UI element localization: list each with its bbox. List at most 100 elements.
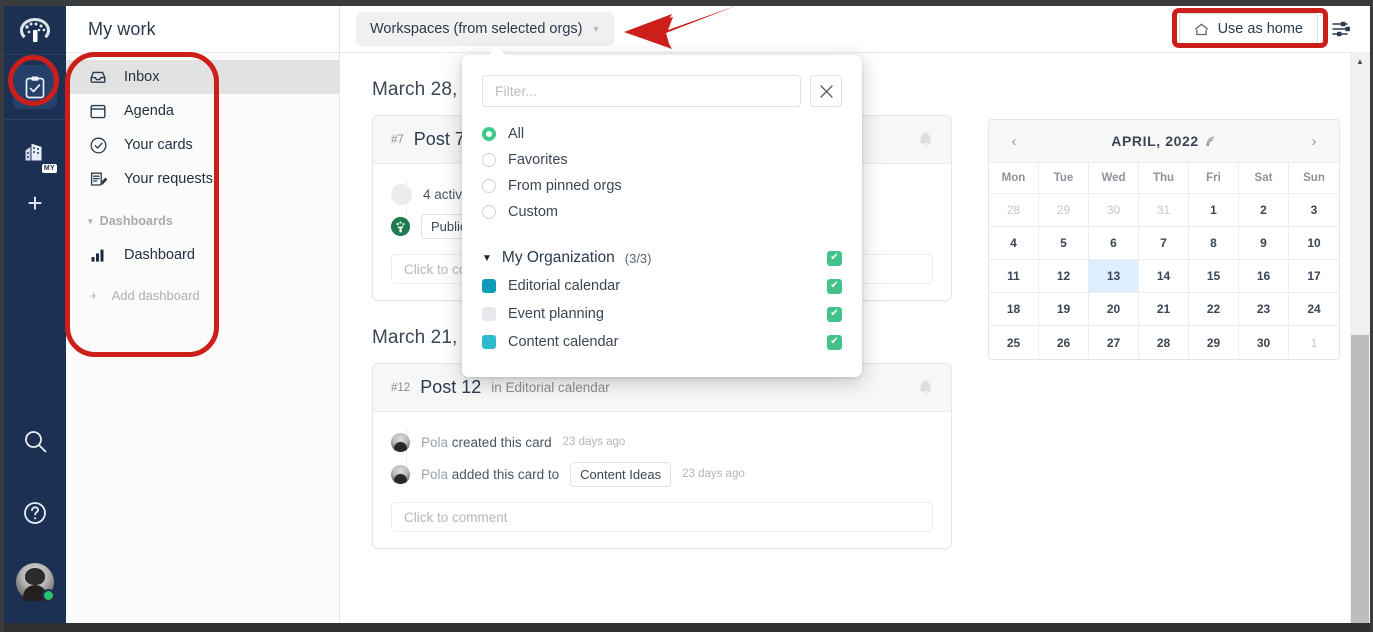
workspace-checkbox[interactable]: ✔ <box>827 278 842 294</box>
calendar-day[interactable]: 6 <box>1089 227 1139 260</box>
calendar-day[interactable]: 22 <box>1189 293 1239 326</box>
use-as-home-button[interactable]: Use as home <box>1178 13 1318 45</box>
calendar-day[interactable]: 20 <box>1089 293 1139 326</box>
org-checkbox[interactable]: ✔ <box>827 250 842 266</box>
sliders-icon[interactable] <box>1332 20 1352 38</box>
chevron-right-icon[interactable]: › <box>1305 133 1323 150</box>
rail-item-organization[interactable]: MY <box>13 130 57 174</box>
sidebar-item-label: Your cards <box>124 137 193 153</box>
calendar-header: ‹ APRIL, 2022 › <box>989 120 1339 163</box>
calendar-day[interactable]: 17 <box>1289 260 1339 293</box>
workspace-item[interactable]: Event planning ✔ <box>482 301 842 327</box>
rail-bottom-group <box>13 419 57 623</box>
calendar-day[interactable]: 8 <box>1189 227 1239 260</box>
avatar <box>391 216 410 236</box>
bell-icon[interactable] <box>918 131 933 148</box>
search-icon[interactable] <box>13 419 57 463</box>
calendar-day[interactable]: 29 <box>1189 326 1239 359</box>
workspace-item[interactable]: Content calendar ✔ <box>482 329 842 355</box>
radio-button[interactable] <box>482 127 496 141</box>
card-workspace-label: in Editorial calendar <box>491 380 610 395</box>
sidebar-item-dashboard[interactable]: Dashboard <box>66 238 339 272</box>
calendar-day-today[interactable]: 13 <box>1089 260 1139 293</box>
scope-option[interactable]: Favorites <box>482 147 842 173</box>
app-root: MY + My work Inbox Agenda Your cards You… <box>0 0 1373 632</box>
calendar-day[interactable]: 2 <box>1239 194 1289 227</box>
topbar-actions: Use as home <box>1178 13 1370 45</box>
workspace-select[interactable]: Workspaces (from selected orgs) ▼ <box>356 12 615 46</box>
calendar-day[interactable]: 14 <box>1139 260 1189 293</box>
calendar-day[interactable]: 19 <box>1039 293 1089 326</box>
avatar[interactable] <box>16 563 55 602</box>
workspace-item[interactable]: Editorial calendar ✔ <box>482 273 842 299</box>
add-dashboard-button[interactable]: + Add dashboard <box>66 278 339 312</box>
workspace-color-swatch <box>482 307 496 321</box>
calendar-day[interactable]: 25 <box>989 326 1039 359</box>
workspace-filter-dropdown: All Favorites From pinned orgs Custom ▼ My … <box>462 46 862 377</box>
scroll-up-arrow-icon[interactable]: ▲ <box>1350 53 1370 69</box>
sidebar-item-your-cards[interactable]: Your cards <box>66 128 339 162</box>
calendar-day[interactable]: 1 <box>1289 326 1339 359</box>
scope-option[interactable]: From pinned orgs <box>482 173 842 199</box>
calendar-day[interactable]: 28 <box>1139 326 1189 359</box>
rss-icon[interactable] <box>1205 135 1217 147</box>
calendar-day[interactable]: 30 <box>1239 326 1289 359</box>
calendar-day[interactable]: 23 <box>1239 293 1289 326</box>
radio-button[interactable] <box>482 153 496 167</box>
calendar-day[interactable]: 24 <box>1289 293 1339 326</box>
calendar-day[interactable]: 12 <box>1039 260 1089 293</box>
scrollbar-thumb[interactable] <box>1351 335 1369 623</box>
scope-option-label: Favorites <box>508 152 568 168</box>
rail-item-my-work[interactable] <box>13 65 57 109</box>
activity-pill[interactable]: Content Ideas <box>570 461 672 487</box>
workspace-color-swatch <box>482 279 496 293</box>
comment-input[interactable]: Click to comment <box>391 502 933 532</box>
close-icon[interactable] <box>810 75 842 107</box>
calendar-day[interactable]: 31 <box>1139 194 1189 227</box>
calendar-day[interactable]: 21 <box>1139 293 1189 326</box>
workspace-checkbox[interactable]: ✔ <box>827 306 842 322</box>
bell-icon[interactable] <box>918 379 933 396</box>
sidebar-item-agenda[interactable]: Agenda <box>66 94 339 128</box>
sidebar-group-dashboards[interactable]: ▾ Dashboards <box>66 214 339 228</box>
calendar-weekday: Wed <box>1089 163 1139 194</box>
workspace-checkbox[interactable]: ✔ <box>827 334 842 350</box>
calendar-day[interactable]: 29 <box>1039 194 1089 227</box>
scope-option[interactable]: All <box>482 121 842 147</box>
radio-button[interactable] <box>482 179 496 193</box>
radio-button[interactable] <box>482 205 496 219</box>
calendar-day[interactable]: 9 <box>1239 227 1289 260</box>
calendar-day[interactable]: 18 <box>989 293 1039 326</box>
calendar-day[interactable]: 4 <box>989 227 1039 260</box>
calendar-day[interactable]: 3 <box>1289 194 1339 227</box>
rail-add-button[interactable]: + <box>27 190 42 216</box>
calendar-day[interactable]: 11 <box>989 260 1039 293</box>
activity-time: 23 days ago <box>562 436 626 448</box>
sidebar-item-your-requests[interactable]: Your requests <box>66 162 339 196</box>
calendar-day[interactable]: 16 <box>1239 260 1289 293</box>
calendar-widget: ‹ APRIL, 2022 › Mon Tue Wed Thu Fri Sat … <box>988 119 1340 360</box>
card-post-12[interactable]: #12 Post 12 in Editorial calendar Pola c… <box>372 363 952 549</box>
comment-placeholder: Click to comment <box>404 509 508 525</box>
calendar-day[interactable]: 15 <box>1189 260 1239 293</box>
filter-input[interactable] <box>482 75 801 107</box>
calendar-day[interactable]: 7 <box>1139 227 1189 260</box>
question-circle-icon[interactable] <box>13 491 57 535</box>
calendar-day[interactable]: 30 <box>1089 194 1139 227</box>
calendar-day[interactable]: 27 <box>1089 326 1139 359</box>
org-header[interactable]: ▼ My Organization (3/3) ✔ <box>482 245 842 271</box>
triangle-down-icon[interactable]: ▼ <box>482 253 492 264</box>
calendar-day[interactable]: 28 <box>989 194 1039 227</box>
scope-option[interactable]: Custom <box>482 199 842 225</box>
calendar-day[interactable]: 10 <box>1289 227 1339 260</box>
brain-tree-logo-icon[interactable] <box>4 6 66 54</box>
calendar-day[interactable]: 1 <box>1189 194 1239 227</box>
chevron-left-icon[interactable]: ‹ <box>1005 133 1023 150</box>
calendar-day[interactable]: 26 <box>1039 326 1089 359</box>
sidebar-item-inbox[interactable]: Inbox <box>66 60 339 94</box>
calendar-day[interactable]: 5 <box>1039 227 1089 260</box>
activity-text: added this card to <box>451 466 560 482</box>
vertical-scrollbar[interactable]: ▲ <box>1350 53 1370 623</box>
sidebar-item-label: Agenda <box>124 103 174 119</box>
add-dashboard-label: Add dashboard <box>111 287 200 303</box>
